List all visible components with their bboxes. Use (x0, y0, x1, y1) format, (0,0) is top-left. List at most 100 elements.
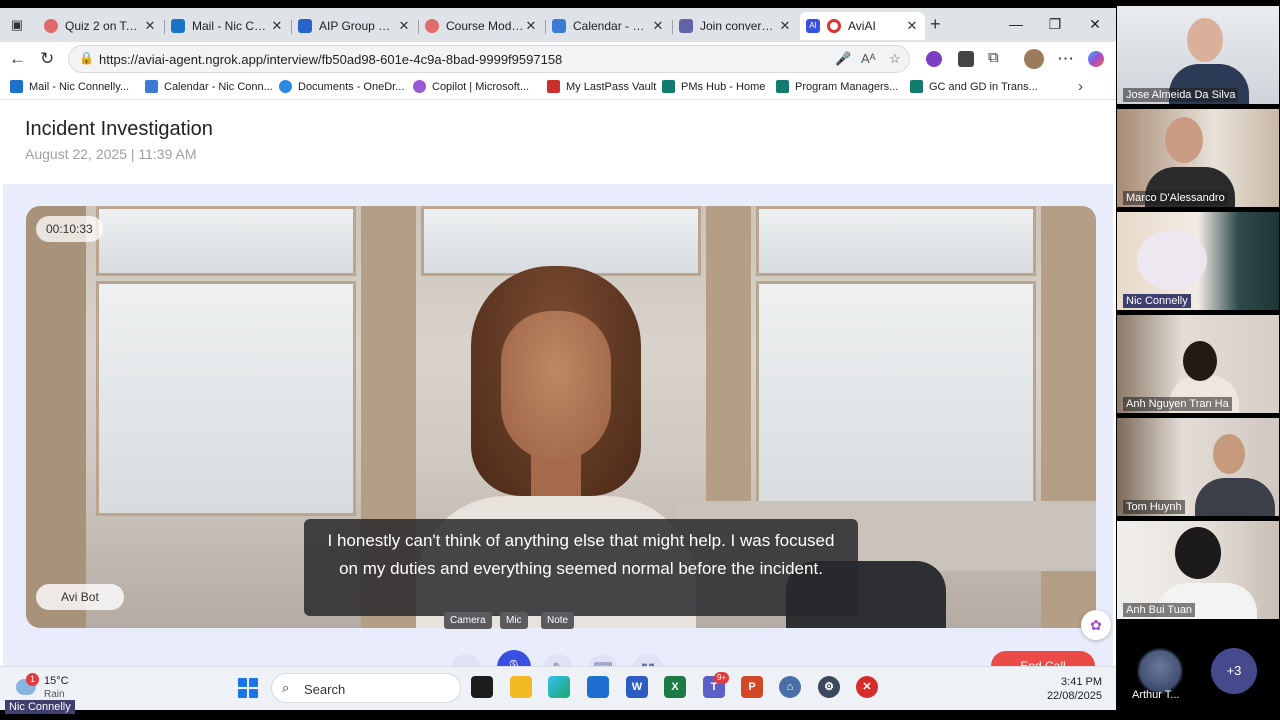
word-icon (298, 19, 312, 33)
avatar-face (501, 311, 611, 461)
bookmark-mail[interactable]: Mail - Nic Connelly... (10, 80, 129, 93)
refresh-icon[interactable]: ↻ (40, 49, 54, 69)
tab-quiz[interactable]: Quiz 2 on Topic ✕ (38, 12, 163, 40)
tab-actions-icon[interactable]: ▣ (6, 14, 28, 36)
participant-tile[interactable]: Marco D'Alessandro (1117, 109, 1279, 207)
mic-label: Mic (500, 612, 528, 629)
close-app-icon[interactable]: ✕ (856, 676, 878, 698)
tab-calendar[interactable]: Calendar - Nic C ✕ (546, 12, 671, 40)
note-label: Note (541, 612, 575, 629)
teams-icon (679, 19, 693, 33)
participant-tile[interactable]: Tom Huynh (1117, 418, 1279, 516)
vpn-lock-icon[interactable]: ⌂ (779, 676, 801, 698)
bookmark-program-managers[interactable]: Program Managers... (776, 80, 898, 93)
close-icon[interactable]: ✕ (270, 18, 284, 34)
bookmark-copilot[interactable]: Copilot | Microsoft... (413, 80, 529, 93)
participant-face (1183, 341, 1217, 381)
bot-name-label: Avi Bot (36, 584, 124, 610)
tab-label: AviAI (848, 19, 876, 33)
clock-time: 3:41 PM (1061, 676, 1102, 688)
participant-name: Anh Bui Tuan (1123, 603, 1196, 617)
weather-temperature: 15°C (44, 675, 69, 687)
recording-icon (827, 19, 841, 33)
new-tab-icon[interactable]: + (930, 14, 941, 35)
profile-avatar[interactable] (1024, 49, 1044, 69)
extension-c-icon[interactable] (926, 51, 942, 67)
favorite-star-icon[interactable]: ☆ (889, 51, 901, 67)
bookmark-lastpass[interactable]: My LastPass Vault (547, 80, 656, 93)
minimize-icon[interactable]: — (1006, 16, 1026, 32)
close-icon[interactable]: ✕ (397, 18, 411, 34)
powerpoint-icon[interactable]: P (741, 676, 763, 698)
close-icon[interactable]: ✕ (651, 18, 665, 34)
microphone-icon: 🎙 (506, 659, 523, 666)
participant-tile[interactable]: Anh Bui Tuan (1117, 521, 1279, 619)
close-icon[interactable]: ✕ (778, 18, 792, 34)
participant-name: Marco D'Alessandro (1123, 191, 1228, 205)
ai-assistant-button[interactable]: ✿ (1081, 610, 1111, 640)
avatar (1137, 648, 1183, 694)
mic-button[interactable]: 🎙 (497, 650, 531, 666)
file-explorer-icon[interactable] (510, 676, 532, 698)
close-icon[interactable]: ✕ (143, 18, 157, 34)
extensions-puzzle-icon[interactable]: ⧉ (988, 49, 999, 66)
edge-icon[interactable] (548, 676, 570, 698)
close-icon[interactable]: ✕ (524, 18, 538, 34)
note-button[interactable]: ✎ (543, 654, 573, 666)
tab-course-module[interactable]: Course Module ✕ (419, 12, 544, 40)
keyboard-button[interactable]: ⌨ (588, 654, 618, 666)
bookmark-pms-hub[interactable]: PMs Hub - Home (662, 80, 765, 93)
taskbar-search[interactable]: ⌕ Search (271, 673, 461, 703)
settings-gear-icon[interactable]: ⚙ (818, 676, 840, 698)
copilot-icon (413, 80, 426, 93)
read-aloud-icon[interactable]: Aᴬ (861, 51, 876, 66)
tab-join-conversation[interactable]: Join conversatio ✕ (673, 12, 798, 40)
tab-aip-group[interactable]: AIP Group Five ✕ (292, 12, 417, 40)
chevron-right-icon[interactable]: › (1078, 78, 1083, 95)
audio-levels-button[interactable]: ▮▮ (633, 654, 663, 666)
participant-name: Jose Almeida Da Silva (1123, 88, 1239, 102)
system-clock[interactable]: 3:41 PM 22/08/2025 (1036, 675, 1102, 703)
url-text[interactable]: https://aviai-agent.ngrok.app/interview/… (99, 52, 562, 67)
site-info-icon[interactable]: 🔒 (79, 51, 94, 65)
excel-icon[interactable]: X (664, 676, 686, 698)
avatar-video: 00:10:33 Avi Bot I honestly can't think … (26, 206, 1096, 628)
address-bar-row: ← ↻ 🔒 https://aviai-agent.ngrok.app/inte… (0, 42, 1116, 76)
outlook-icon (171, 19, 185, 33)
page-content: Incident Investigation August 22, 2025 |… (0, 100, 1116, 666)
copilot-icon[interactable] (1088, 51, 1104, 67)
participant-tile[interactable]: Jose Almeida Da Silva (1117, 6, 1279, 104)
tab-mail[interactable]: Mail - Nic Conn ✕ (165, 12, 290, 40)
address-bar[interactable]: 🔒 https://aviai-agent.ngrok.app/intervie… (68, 45, 910, 73)
task-view-icon[interactable] (471, 676, 493, 698)
bookmark-onedrive[interactable]: Documents - OneDr... (279, 80, 404, 93)
tab-bar: ▣ Quiz 2 on Topic ✕ Mail - Nic Conn ✕ AI… (0, 8, 1116, 42)
participant-tile[interactable]: Nic Connelly (1117, 212, 1279, 310)
presenter-avatar[interactable]: Arthur T... (1130, 645, 1190, 705)
word-icon[interactable]: W (626, 676, 648, 698)
browser-window: ▣ Quiz 2 on Topic ✕ Mail - Nic Conn ✕ AI… (0, 8, 1116, 666)
search-label: Search (304, 682, 346, 697)
more-menu-icon[interactable]: ⋯ (1057, 49, 1074, 69)
back-icon[interactable]: ← (9, 49, 26, 69)
background-pillar (706, 206, 751, 536)
bookmark-calendar[interactable]: Calendar - Nic Conn... (145, 80, 273, 93)
participant-tile[interactable]: Anh Nguyen Tran Ha (1117, 315, 1279, 413)
close-icon[interactable]: ✕ (905, 18, 919, 34)
outlook-icon (10, 80, 23, 93)
more-participants-button[interactable]: +3 (1211, 648, 1257, 694)
windows-start-icon[interactable] (238, 678, 258, 698)
caption-box: I honestly can't think of anything else … (304, 519, 858, 616)
window-close-icon[interactable]: ✕ (1085, 16, 1105, 33)
tab-aviai[interactable]: AI AviAI ✕ (800, 12, 925, 40)
microphone-icon[interactable]: 🎤 (835, 51, 851, 67)
bookmark-gc-gd[interactable]: GC and GD in Trans... (910, 80, 1038, 93)
camera-button[interactable]: ▭ (451, 654, 481, 666)
store-icon[interactable] (587, 676, 609, 698)
self-name-label: Nic Connelly (5, 700, 75, 714)
extension-terminal-icon[interactable] (958, 51, 974, 67)
end-call-button[interactable]: End Call (991, 651, 1095, 666)
taskbar: 1 15°C Rain ⌕ Search W X T 9+ P ⌂ ⚙ ✕ 3:… (0, 666, 1116, 710)
sharepoint-icon (776, 80, 789, 93)
restore-icon[interactable]: ❐ (1045, 16, 1065, 33)
